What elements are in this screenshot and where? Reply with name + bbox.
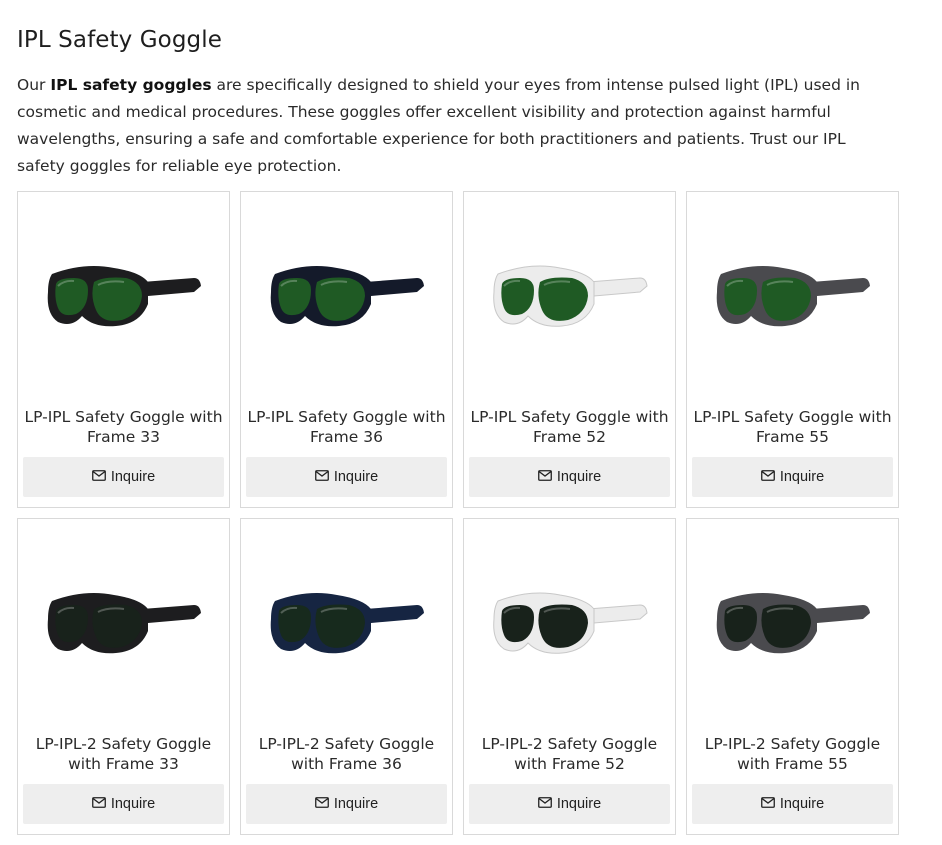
product-card[interactable]: LP-IPL-2 Safety Goggle with Frame 33 Inq… [17,518,230,835]
inquire-button[interactable]: Inquire [246,457,447,497]
goggle-image [716,266,870,327]
envelope-svg [91,470,106,481]
product-card[interactable]: LP-IPL Safety Goggle with Frame 36 Inqui… [240,191,453,508]
goggle-image [47,593,201,654]
inquire-label: Inquire [110,796,156,812]
product-image[interactable] [687,192,898,402]
inquire-button[interactable]: Inquire [23,457,224,497]
inquire-button[interactable]: Inquire [23,784,224,824]
page-title: IPL Safety Goggle [17,27,222,53]
inquire-button[interactable]: Inquire [692,784,893,824]
product-name[interactable]: LP-IPL-2 Safety Goggle with Frame 55 [691,734,894,774]
envelope-icon [314,796,329,812]
product-image[interactable] [241,519,452,729]
envelope-svg [314,797,329,808]
product-image[interactable] [687,519,898,729]
envelope-svg [760,470,775,481]
product-name[interactable]: LP-IPL Safety Goggle with Frame 33 [22,407,225,447]
envelope-icon [314,469,329,485]
product-grid: LP-IPL Safety Goggle with Frame 33 Inqui… [17,191,899,835]
envelope-icon [537,469,552,485]
product-name[interactable]: LP-IPL Safety Goggle with Frame 55 [691,407,894,447]
inquire-button[interactable]: Inquire [246,784,447,824]
inquire-label: Inquire [779,469,825,485]
product-image[interactable] [241,192,452,402]
envelope-svg [91,797,106,808]
product-card[interactable]: LP-IPL-2 Safety Goggle with Frame 36 Inq… [240,518,453,835]
envelope-svg [537,797,552,808]
envelope-svg [760,797,775,808]
product-card[interactable]: LP-IPL-2 Safety Goggle with Frame 52 Inq… [463,518,676,835]
product-name[interactable]: LP-IPL Safety Goggle with Frame 52 [468,407,671,447]
inquire-button[interactable]: Inquire [469,784,670,824]
inquire-button[interactable]: Inquire [692,457,893,497]
product-card[interactable]: LP-IPL Safety Goggle with Frame 55 Inqui… [686,191,899,508]
product-name[interactable]: LP-IPL Safety Goggle with Frame 36 [245,407,448,447]
inquire-label: Inquire [779,796,825,812]
product-name[interactable]: LP-IPL-2 Safety Goggle with Frame 33 [22,734,225,774]
inquire-label: Inquire [333,796,379,812]
envelope-icon [91,796,106,812]
inquire-button[interactable]: Inquire [469,457,670,497]
goggle-image [716,593,870,654]
product-name[interactable]: LP-IPL-2 Safety Goggle with Frame 36 [245,734,448,774]
product-name[interactable]: LP-IPL-2 Safety Goggle with Frame 52 [468,734,671,774]
page: IPL Safety Goggle Our IPL safety goggles… [0,0,942,845]
inquire-label: Inquire [110,469,156,485]
envelope-icon [760,469,775,485]
goggle-image [492,592,648,654]
envelope-icon [760,796,775,812]
inquire-label: Inquire [556,796,602,812]
intro-paragraph: Our IPL safety goggles are specifically … [17,72,897,180]
inquire-label: Inquire [333,469,379,485]
product-image[interactable] [18,519,229,729]
envelope-svg [314,470,329,481]
goggle-image [492,265,648,327]
goggle-image [270,266,424,327]
intro-bold-link: IPL safety goggles [50,76,212,94]
product-image[interactable] [18,192,229,402]
envelope-svg [537,470,552,481]
product-card[interactable]: LP-IPL Safety Goggle with Frame 33 Inqui… [17,191,230,508]
inquire-label: Inquire [556,469,602,485]
product-image[interactable] [464,519,675,729]
product-image[interactable] [464,192,675,402]
goggle-image [270,593,424,654]
intro-lead: Our [17,76,51,94]
envelope-icon [537,796,552,812]
product-card[interactable]: LP-IPL-2 Safety Goggle with Frame 55 Inq… [686,518,899,835]
goggle-image [47,266,201,327]
product-card[interactable]: LP-IPL Safety Goggle with Frame 52 Inqui… [463,191,676,508]
envelope-icon [91,469,106,485]
